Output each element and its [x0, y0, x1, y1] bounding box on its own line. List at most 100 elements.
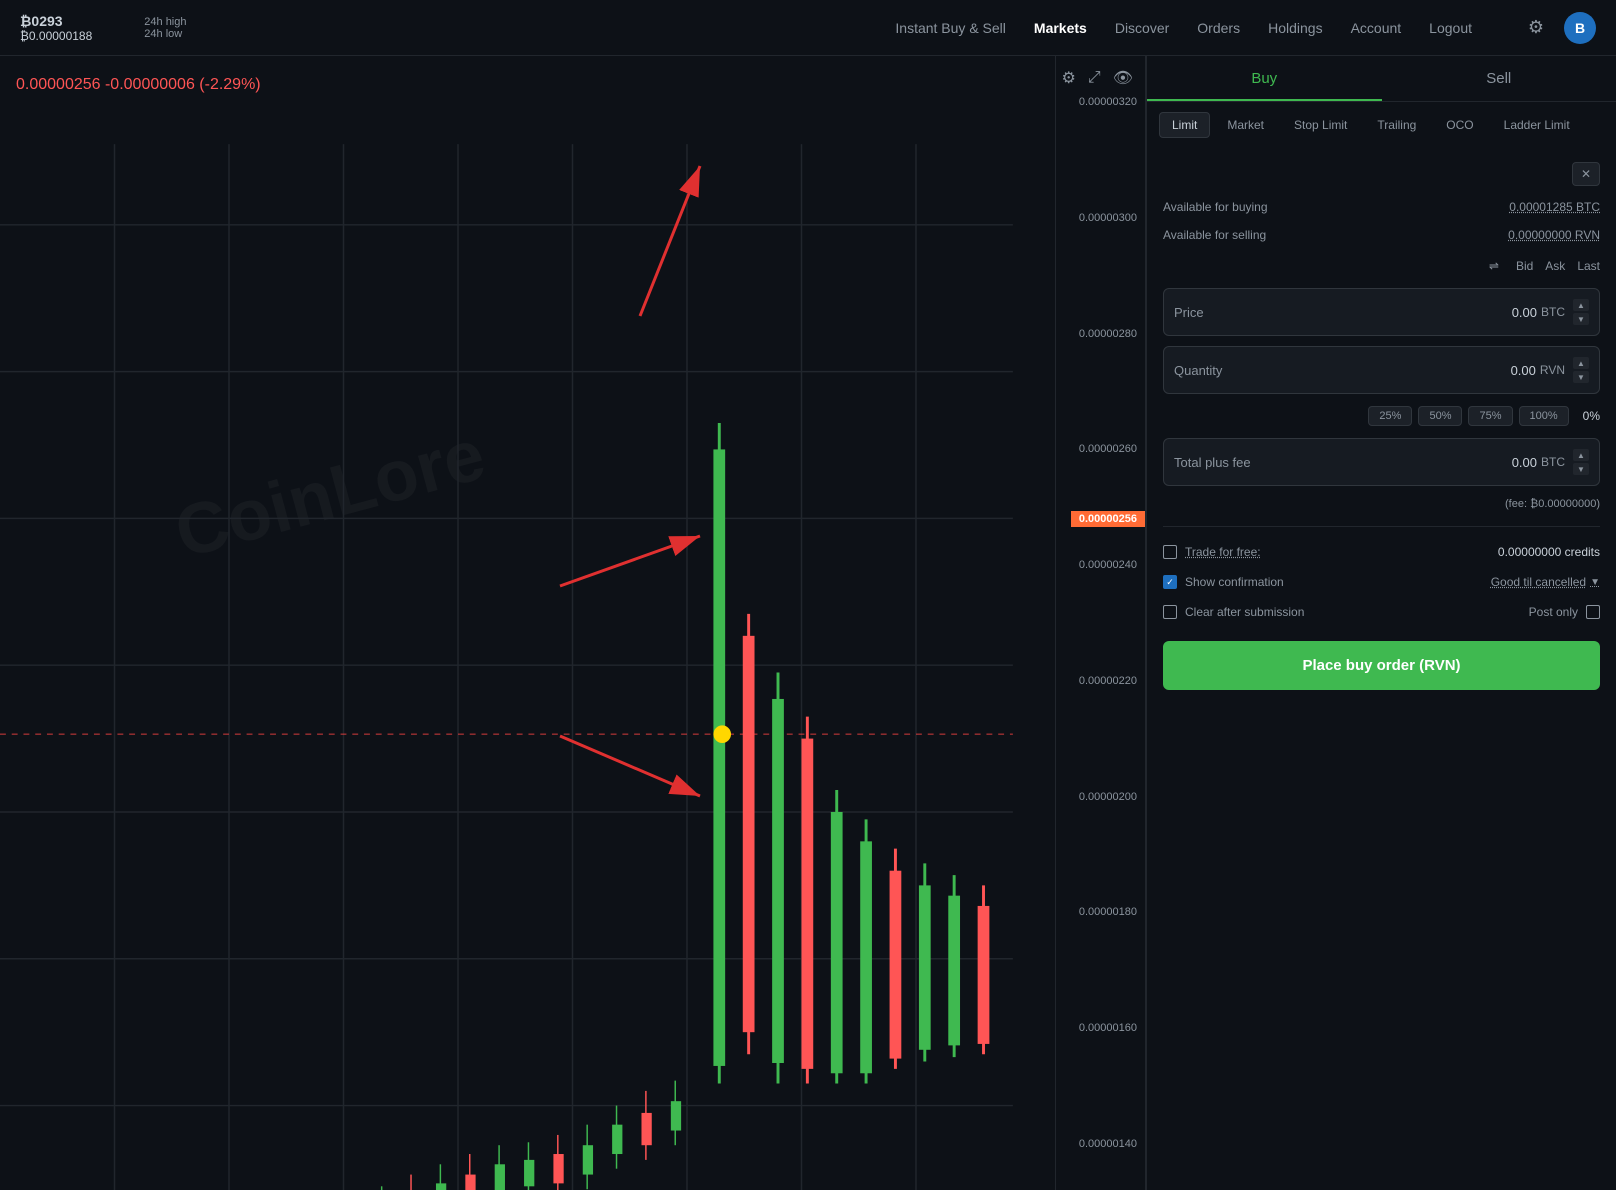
- price-down-spinner[interactable]: ▼: [1573, 313, 1589, 325]
- show-confirmation-left: Show confirmation: [1163, 575, 1284, 589]
- quantity-up-spinner[interactable]: ▲: [1573, 357, 1589, 369]
- fee-label: (fee: ₿0.00000000): [1505, 498, 1600, 510]
- total-label: Total plus fee: [1174, 455, 1512, 470]
- sell-tab[interactable]: Sell: [1382, 56, 1616, 101]
- clear-button[interactable]: ✕: [1572, 162, 1600, 186]
- nav-price: ₿0.00000188: [20, 29, 92, 43]
- trade-free-checkbox[interactable]: [1163, 545, 1177, 559]
- buy-sell-tabs: Buy Sell: [1147, 56, 1616, 102]
- quantity-value: 0.00: [1511, 363, 1536, 378]
- chart-area: CoinLore 0.00000256 -0.00000006 (-2.29%)…: [0, 56, 1146, 1190]
- price-tick-1: 0.00000320: [1060, 96, 1137, 108]
- post-only-checkbox[interactable]: [1586, 605, 1600, 619]
- nav-instant-buy[interactable]: Instant Buy & Sell: [895, 20, 1006, 36]
- post-only-label: Post only: [1529, 605, 1578, 619]
- high-label: 24h high: [144, 16, 186, 28]
- bid-option[interactable]: Bid: [1516, 259, 1533, 273]
- current-price-badge: 0.00000256: [1071, 511, 1145, 527]
- price-tick-5: 0.00000240: [1060, 559, 1137, 571]
- trade-free-left: Trade for free:: [1163, 545, 1261, 559]
- good-til-cancelled-label: Good til cancelled: [1491, 575, 1586, 589]
- show-confirmation-checkbox[interactable]: [1163, 575, 1177, 589]
- total-up-spinner[interactable]: ▲: [1573, 449, 1589, 461]
- quantity-spinners: ▲ ▼: [1573, 357, 1589, 383]
- total-value: 0.00: [1512, 455, 1537, 470]
- price-label: Price: [1174, 305, 1512, 320]
- available-buying-value: 0.00001285 BTC: [1509, 200, 1600, 214]
- percentage-row: 25% 50% 75% 100% 0%: [1163, 404, 1600, 428]
- user-avatar-button[interactable]: B: [1564, 12, 1596, 44]
- nav-24h: 24h high 24h low: [144, 16, 186, 40]
- price-tick-8: 0.00000180: [1060, 906, 1137, 918]
- price-tick-10: 0.00000140: [1060, 1138, 1137, 1150]
- pct-100-button[interactable]: 100%: [1519, 406, 1569, 426]
- trade-free-label[interactable]: Trade for free:: [1185, 545, 1261, 559]
- price-value: 0.00: [1512, 305, 1537, 320]
- order-type-stop-limit[interactable]: Stop Limit: [1281, 112, 1360, 138]
- available-selling-label: Available for selling: [1163, 228, 1266, 242]
- buy-tab[interactable]: Buy: [1147, 56, 1382, 101]
- nav-holdings[interactable]: Holdings: [1268, 20, 1322, 36]
- order-type-oco[interactable]: OCO: [1433, 112, 1486, 138]
- clear-icon-row: ✕: [1163, 160, 1600, 188]
- availability-buying-row: Available for buying 0.00001285 BTC: [1163, 198, 1600, 216]
- nav-brand: ₿0293 ₿0.00000188: [20, 13, 92, 43]
- show-confirmation-label: Show confirmation: [1185, 575, 1284, 589]
- bid-ask-row: ⇌ Bid Ask Last: [1163, 254, 1600, 278]
- order-type-ladder[interactable]: Ladder Limit: [1491, 112, 1583, 138]
- nav-logout[interactable]: Logout: [1429, 20, 1472, 36]
- quantity-input-group[interactable]: Quantity 0.00 RVN ▲ ▼: [1163, 346, 1600, 394]
- clear-post-row: Clear after submission Post only: [1163, 601, 1600, 623]
- availability-selling-row: Available for selling 0.00000000 RVN: [1163, 226, 1600, 244]
- available-selling-value: 0.00000000 RVN: [1508, 228, 1600, 242]
- order-type-market[interactable]: Market: [1214, 112, 1277, 138]
- gtc-chevron-icon: ▼: [1590, 577, 1600, 588]
- clear-after-label: Clear after submission: [1185, 605, 1304, 619]
- pct-active-display: 0%: [1583, 409, 1600, 423]
- price-input-group[interactable]: Price 0.00 BTC ▲ ▼: [1163, 288, 1600, 336]
- available-buying-label: Available for buying: [1163, 200, 1268, 214]
- main-layout: CoinLore 0.00000256 -0.00000006 (-2.29%)…: [0, 56, 1616, 1190]
- quantity-down-spinner[interactable]: ▼: [1573, 371, 1589, 383]
- price-currency: BTC: [1541, 305, 1565, 319]
- low-label: 24h low: [144, 28, 186, 40]
- order-panel: Buy Sell Limit Market Stop Limit Trailin…: [1146, 56, 1616, 1190]
- pct-75-button[interactable]: 75%: [1468, 406, 1512, 426]
- nav-account[interactable]: Account: [1351, 20, 1402, 36]
- total-spinners: ▲ ▼: [1573, 449, 1589, 475]
- clear-after-checkbox[interactable]: [1163, 605, 1177, 619]
- nav-discover[interactable]: Discover: [1115, 20, 1169, 36]
- price-tick-4: 0.00000260: [1060, 443, 1137, 455]
- price-tick-7: 0.00000200: [1060, 791, 1137, 803]
- price-tick-3: 0.00000280: [1060, 328, 1137, 340]
- place-order-button[interactable]: Place buy order (RVN): [1163, 641, 1600, 690]
- price-axis: 0.00000320 0.00000300 0.00000280 0.00000…: [1055, 56, 1145, 1190]
- ticker-symbol: ₿0293: [20, 13, 92, 29]
- top-navigation: ₿0293 ₿0.00000188 24h high 24h low Insta…: [0, 0, 1616, 56]
- pct-50-button[interactable]: 50%: [1418, 406, 1462, 426]
- order-type-trailing[interactable]: Trailing: [1364, 112, 1429, 138]
- ask-option[interactable]: Ask: [1545, 259, 1565, 273]
- total-input-group[interactable]: Total plus fee 0.00 BTC ▲ ▼: [1163, 438, 1600, 486]
- credits-value: 0.00000000 credits: [1498, 545, 1600, 559]
- show-confirmation-row: Show confirmation Good til cancelled ▼: [1163, 573, 1600, 591]
- nav-orders[interactable]: Orders: [1197, 20, 1240, 36]
- order-type-tabs: Limit Market Stop Limit Trailing OCO Lad…: [1147, 102, 1616, 148]
- bid-ask-settings-icon[interactable]: ⇌: [1484, 258, 1504, 274]
- price-up-spinner[interactable]: ▲: [1573, 299, 1589, 311]
- good-til-cancelled-dropdown[interactable]: Good til cancelled ▼: [1491, 575, 1600, 589]
- price-tick-9: 0.00000160: [1060, 1022, 1137, 1034]
- nav-icon-group: ⚙ B: [1520, 12, 1596, 44]
- quantity-currency: RVN: [1540, 363, 1565, 377]
- nav-markets[interactable]: Markets: [1034, 20, 1087, 36]
- panel-content: ✕ Available for buying 0.00001285 BTC Av…: [1147, 148, 1616, 1190]
- order-type-limit[interactable]: Limit: [1159, 112, 1210, 138]
- total-down-spinner[interactable]: ▼: [1573, 463, 1589, 475]
- settings-icon-button[interactable]: ⚙: [1520, 12, 1552, 44]
- trade-free-row: Trade for free: 0.00000000 credits: [1163, 541, 1600, 563]
- price-spinners: ▲ ▼: [1573, 299, 1589, 325]
- divider-1: [1163, 526, 1600, 527]
- price-tick-2: 0.00000300: [1060, 212, 1137, 224]
- pct-25-button[interactable]: 25%: [1368, 406, 1412, 426]
- last-option[interactable]: Last: [1577, 259, 1600, 273]
